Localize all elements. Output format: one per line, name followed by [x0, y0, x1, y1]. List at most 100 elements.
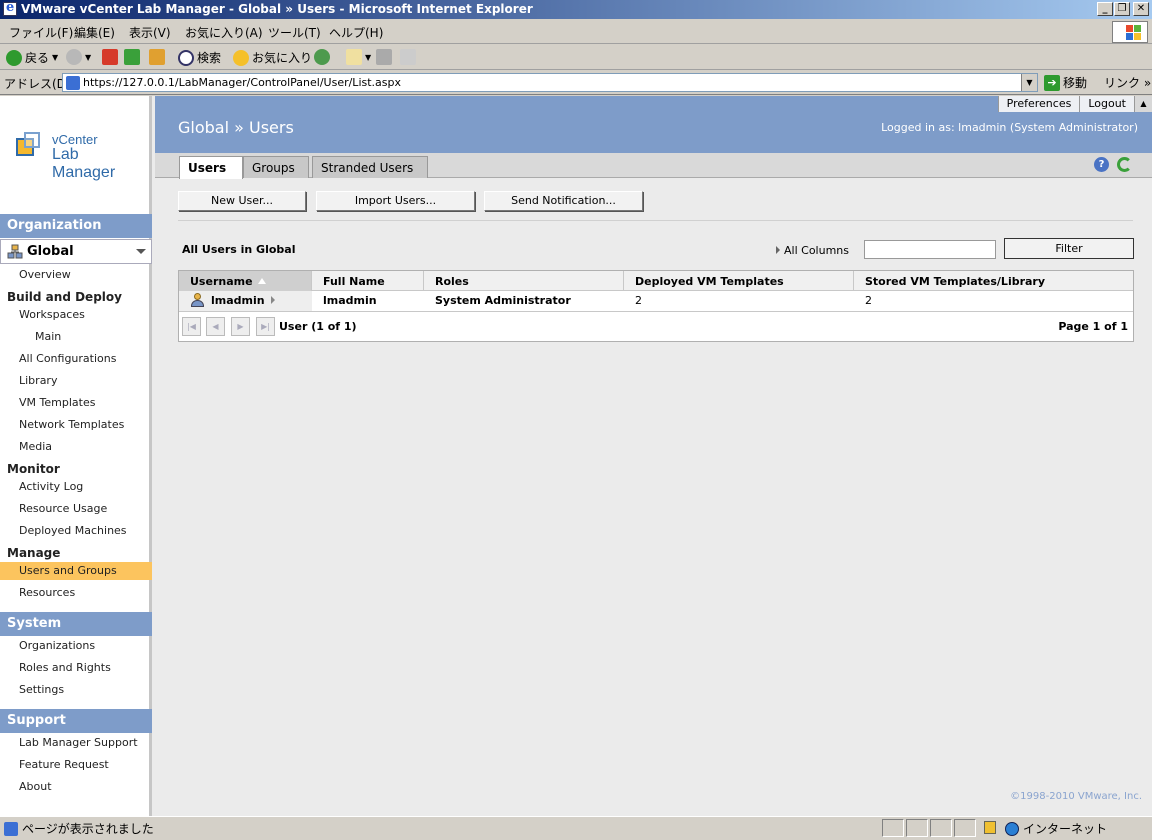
refresh-icon[interactable] — [1117, 157, 1132, 172]
search-icon — [178, 49, 194, 66]
status-bar: ページが表示されました インターネット — [0, 816, 1152, 840]
security-zone: インターネット — [1005, 820, 1107, 837]
go-button[interactable]: ➔ 移動 — [1044, 74, 1087, 91]
section-support: Support — [0, 709, 152, 733]
status-panel — [906, 819, 928, 837]
sidebar-item-users-and-groups[interactable]: Users and Groups — [0, 562, 152, 580]
organization-select[interactable]: Global — [0, 239, 152, 264]
column-roles[interactable]: Roles — [424, 271, 624, 291]
new-user-button[interactable]: New User... — [178, 191, 306, 211]
send-notification-button[interactable]: Send Notification... — [484, 191, 643, 211]
all-columns-toggle[interactable]: All Columns — [776, 244, 849, 257]
mail-dropdown-icon: ▼ — [365, 52, 372, 62]
menu-edit[interactable]: 編集(E) — [74, 24, 115, 41]
next-page-icon[interactable]: ▶ — [231, 317, 250, 336]
logged-in-status: Logged in as: lmadmin (System Administra… — [881, 121, 1138, 134]
status-text: ページが表示されました — [4, 820, 154, 837]
sidebar-item-all-configurations[interactable]: All Configurations — [0, 350, 152, 368]
sidebar-item-media[interactable]: Media — [0, 438, 152, 456]
stop-button[interactable] — [102, 49, 118, 65]
main-header: Preferences Logout ▲ Global » Users Logg… — [155, 96, 1152, 153]
refresh-icon — [124, 49, 140, 65]
copyright: ©1998-2010 VMware, Inc. — [1010, 791, 1142, 802]
edit-button[interactable] — [400, 49, 416, 65]
close-button[interactable]: ✕ — [1133, 2, 1149, 16]
logout-link[interactable]: Logout — [1079, 96, 1134, 112]
sidebar-item-vm-templates[interactable]: VM Templates — [0, 394, 152, 412]
status-panel — [882, 819, 904, 837]
sidebar-item-deployed-machines[interactable]: Deployed Machines — [0, 522, 152, 540]
maximize-button[interactable]: ❐ — [1114, 2, 1130, 16]
browser-toolbar: 戻る ▼ ▼ 検索 お気に入り ▼ — [0, 45, 1152, 70]
table-row[interactable]: lmadmin lmadmin System Administrator 2 2 — [179, 291, 1133, 311]
group-manage: Manage — [7, 546, 61, 560]
collapse-icon[interactable]: ▲ — [1134, 96, 1152, 112]
menu-view[interactable]: 表示(V) — [129, 24, 171, 41]
history-button[interactable] — [314, 49, 330, 65]
group-build-deploy: Build and Deploy — [7, 290, 122, 304]
cell-full-name: lmadmin — [323, 294, 377, 307]
sidebar-item-workspaces[interactable]: Workspaces — [0, 306, 152, 324]
menu-file[interactable]: ファイル(F) — [9, 24, 73, 41]
tab-groups[interactable]: Groups — [243, 156, 309, 178]
search-button[interactable]: 検索 — [178, 49, 221, 66]
sidebar-item-main[interactable]: Main — [0, 328, 152, 346]
menu-help[interactable]: ヘルプ(H) — [329, 24, 383, 41]
sidebar-item-feature-request[interactable]: Feature Request — [0, 756, 152, 774]
page-status-icon — [4, 821, 18, 836]
home-button[interactable] — [149, 49, 165, 65]
sidebar-item-library[interactable]: Library — [0, 372, 152, 390]
sidebar-item-about[interactable]: About — [0, 778, 152, 796]
sidebar-item-network-templates[interactable]: Network Templates — [0, 416, 152, 434]
menu-tools[interactable]: ツール(T) — [268, 24, 321, 41]
sidebar-item-overview[interactable]: Overview — [0, 266, 152, 284]
address-dropdown-icon[interactable]: ▼ — [1021, 74, 1037, 91]
sidebar-item-organizations[interactable]: Organizations — [0, 637, 152, 655]
cell-roles: System Administrator — [435, 294, 571, 307]
links-button[interactable]: リンク » — [1104, 74, 1151, 91]
sidebar-item-settings[interactable]: Settings — [0, 681, 152, 699]
sidebar-item-resource-usage[interactable]: Resource Usage — [0, 500, 152, 518]
globe-icon — [1005, 821, 1019, 836]
sidebar-item-lab-manager-support[interactable]: Lab Manager Support — [0, 734, 152, 752]
address-input[interactable]: https://127.0.0.1/LabManager/ControlPane… — [62, 73, 1038, 92]
print-button[interactable] — [376, 49, 392, 65]
window-title-bar: VMware vCenter Lab Manager - Global » Us… — [0, 0, 1152, 19]
filter-input[interactable] — [864, 240, 996, 259]
sidebar-item-activity-log[interactable]: Activity Log — [0, 478, 152, 496]
back-button[interactable]: 戻る ▼ — [6, 49, 58, 66]
cell-username[interactable]: lmadmin — [179, 291, 312, 311]
import-users-button[interactable]: Import Users... — [316, 191, 475, 211]
table-header: Username Full Name Roles Deployed VM Tem… — [179, 271, 1133, 291]
column-deployed-vm-templates[interactable]: Deployed VM Templates — [624, 271, 854, 291]
lab-manager-logo: vCenter Lab Manager — [14, 132, 144, 181]
forward-button[interactable]: ▼ — [66, 49, 91, 65]
last-page-icon[interactable]: ▶| — [256, 317, 275, 336]
section-system: System — [0, 612, 152, 636]
refresh-button[interactable] — [124, 49, 140, 65]
sidebar-item-roles-and-rights[interactable]: Roles and Rights — [0, 659, 152, 677]
minimize-button[interactable]: _ — [1097, 2, 1113, 16]
menu-favorites[interactable]: お気に入り(A) — [185, 24, 263, 41]
column-full-name[interactable]: Full Name — [312, 271, 424, 291]
cell-deployed: 2 — [635, 294, 642, 307]
sidebar-item-resources[interactable]: Resources — [0, 584, 152, 602]
preferences-link[interactable]: Preferences — [997, 96, 1080, 112]
lock-icon — [984, 821, 996, 834]
tab-users[interactable]: Users — [179, 156, 243, 179]
first-page-icon[interactable]: |◀ — [182, 317, 201, 336]
filter-button[interactable]: Filter — [1004, 238, 1134, 259]
previous-page-icon[interactable]: ◀ — [206, 317, 225, 336]
tab-stranded-users[interactable]: Stranded Users — [312, 156, 428, 178]
column-username[interactable]: Username — [179, 271, 312, 291]
row-menu-arrow-icon[interactable] — [270, 296, 275, 304]
favorites-button[interactable]: お気に入り — [233, 49, 312, 66]
column-stored-vm-templates[interactable]: Stored VM Templates/Library — [854, 271, 1133, 291]
stop-icon — [102, 49, 118, 65]
top-nav: Preferences Logout ▲ — [997, 96, 1152, 112]
help-icon[interactable]: ? — [1094, 157, 1109, 172]
mail-button[interactable]: ▼ — [346, 49, 371, 65]
page-icon — [66, 76, 80, 90]
menu-bar: ファイル(F) 編集(E) 表示(V) お気に入り(A) ツール(T) ヘルプ(… — [0, 19, 1152, 44]
sort-ascending-icon — [257, 278, 266, 284]
